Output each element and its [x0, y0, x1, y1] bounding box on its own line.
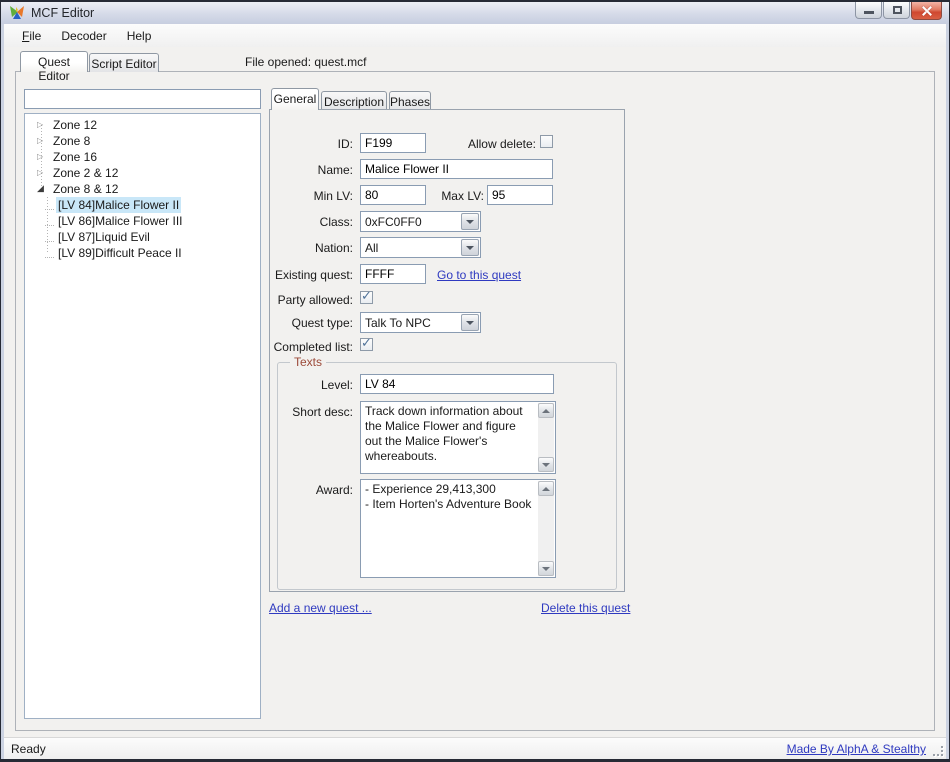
maximize-button[interactable] — [883, 2, 910, 19]
class-select[interactable]: 0xFC0FF0 — [360, 211, 481, 232]
party-allowed-label: Party allowed: — [271, 293, 353, 307]
close-button[interactable] — [911, 2, 942, 20]
minimize-icon — [864, 11, 874, 14]
status-text: Ready — [11, 742, 46, 756]
name-label: Name: — [271, 163, 353, 177]
dropdown-button[interactable] — [461, 239, 479, 256]
id-field[interactable] — [360, 133, 426, 153]
scrollbar[interactable] — [538, 403, 554, 472]
app-body: File Decoder Help Quest Editor Script Ed… — [4, 24, 946, 759]
arrow-down-icon — [542, 463, 550, 467]
menu-item-help[interactable]: Help — [117, 26, 162, 46]
tab-description[interactable]: Description — [321, 91, 387, 110]
quest-type-select[interactable]: Talk To NPC — [360, 312, 481, 333]
completed-list-label: Completed list: — [271, 340, 353, 354]
existing-quest-field[interactable] — [360, 264, 426, 284]
scroll-down-button[interactable] — [538, 561, 554, 576]
tree-item-zone-2-and-12[interactable]: ▷ Zone 2 & 12 — [25, 165, 260, 181]
delete-quest-link[interactable]: Delete this quest — [541, 601, 630, 615]
scroll-up-button[interactable] — [538, 481, 554, 496]
tab-general[interactable]: General — [271, 88, 319, 110]
status-bar: Ready Made By AlphA & Stealthy — [4, 737, 946, 759]
scroll-up-button[interactable] — [538, 403, 554, 418]
existing-quest-label: Existing quest: — [271, 268, 353, 282]
title-bar[interactable]: MCF Editor — [1, 2, 949, 24]
dropdown-button[interactable] — [461, 213, 479, 230]
tree-branch-stub — [45, 233, 54, 242]
tree-item-lv84-malice-flower-ii[interactable]: [LV 84]Malice Flower II — [25, 197, 260, 213]
file-opened-status: File opened: quest.mcf — [245, 55, 366, 69]
tab-quest-editor[interactable]: Quest Editor — [20, 51, 88, 72]
expand-icon[interactable]: ▷ — [37, 152, 47, 162]
completed-list-checkbox[interactable] — [360, 338, 373, 351]
nation-select[interactable]: All — [360, 237, 481, 258]
expand-icon[interactable]: ▷ — [37, 120, 47, 130]
chevron-down-icon — [466, 220, 474, 224]
short-desc-label: Short desc: — [271, 405, 353, 419]
tree-branch-stub — [45, 201, 54, 210]
tree-item-lv89-difficult-peace-ii[interactable]: [LV 89]Difficult Peace II — [25, 245, 260, 261]
app-window: MCF Editor File Decoder Help Quest Edito… — [0, 0, 950, 762]
tree-branch-stub — [45, 217, 54, 226]
scrollbar[interactable] — [538, 481, 554, 576]
tab-phases[interactable]: Phases — [389, 91, 431, 110]
award-textarea[interactable]: - Experience 29,413,300 - Item Horten's … — [360, 479, 556, 578]
quest-tree: ▷ Zone 12 ▷ Zone 8 ▷ Zone 16 ▷ Zone 2 & … — [24, 113, 261, 719]
party-allowed-checkbox[interactable] — [360, 291, 373, 304]
tab-script-editor[interactable]: Script Editor — [89, 53, 159, 72]
max-lv-label: Max LV: — [437, 189, 484, 203]
tree-item-zone-16[interactable]: ▷ Zone 16 — [25, 149, 260, 165]
tree-item-lv86-malice-flower-iii[interactable]: [LV 86]Malice Flower III — [25, 213, 260, 229]
dropdown-button[interactable] — [461, 314, 479, 331]
collapse-icon[interactable]: ◢ — [37, 184, 47, 194]
arrow-up-icon — [542, 487, 550, 491]
short-desc-textarea[interactable]: Track down information about the Malice … — [360, 401, 556, 474]
quest-filter-input[interactable] — [24, 89, 261, 109]
window-title: MCF Editor — [31, 6, 94, 20]
award-label: Award: — [271, 483, 353, 497]
arrow-down-icon — [542, 567, 550, 571]
menu-bar: File Decoder Help — [4, 24, 946, 47]
min-lv-field[interactable] — [360, 185, 426, 205]
close-icon — [921, 5, 933, 17]
max-lv-field[interactable] — [487, 185, 553, 205]
scroll-down-button[interactable] — [538, 457, 554, 472]
resize-grip[interactable] — [933, 746, 943, 756]
tree-branch-stub — [45, 249, 54, 258]
expand-icon[interactable]: ▷ — [37, 136, 47, 146]
tree-item-zone-8[interactable]: ▷ Zone 8 — [25, 133, 260, 149]
chevron-down-icon — [466, 321, 474, 325]
tree-item-zone-12[interactable]: ▷ Zone 12 — [25, 117, 260, 133]
allow-delete-label: Allow delete: — [450, 137, 536, 151]
quest-type-label: Quest type: — [271, 316, 353, 330]
tree-item-zone-8-and-12[interactable]: ◢ Zone 8 & 12 — [25, 181, 260, 197]
credit-link[interactable]: Made By AlphA & Stealthy — [787, 742, 926, 756]
level-field[interactable] — [360, 374, 554, 394]
maximize-icon — [893, 6, 902, 14]
min-lv-label: Min LV: — [271, 189, 353, 203]
menu-item-file[interactable]: File — [12, 26, 51, 46]
minimize-button[interactable] — [855, 2, 882, 19]
chevron-down-icon — [466, 246, 474, 250]
tree-item-lv87-liquid-evil[interactable]: [LV 87]Liquid Evil — [25, 229, 260, 245]
level-label: Level: — [271, 378, 353, 392]
class-label: Class: — [271, 215, 353, 229]
texts-group-title: Texts — [290, 355, 326, 369]
arrow-up-icon — [542, 409, 550, 413]
expand-icon[interactable]: ▷ — [37, 168, 47, 178]
goto-quest-link[interactable]: Go to this quest — [437, 268, 521, 282]
allow-delete-checkbox[interactable] — [540, 135, 553, 148]
nation-label: Nation: — [271, 241, 353, 255]
add-quest-link[interactable]: Add a new quest ... — [269, 601, 372, 615]
name-field[interactable] — [360, 159, 553, 179]
app-logo-icon — [9, 5, 25, 21]
id-label: ID: — [271, 137, 353, 151]
menu-item-decoder[interactable]: Decoder — [51, 26, 116, 46]
